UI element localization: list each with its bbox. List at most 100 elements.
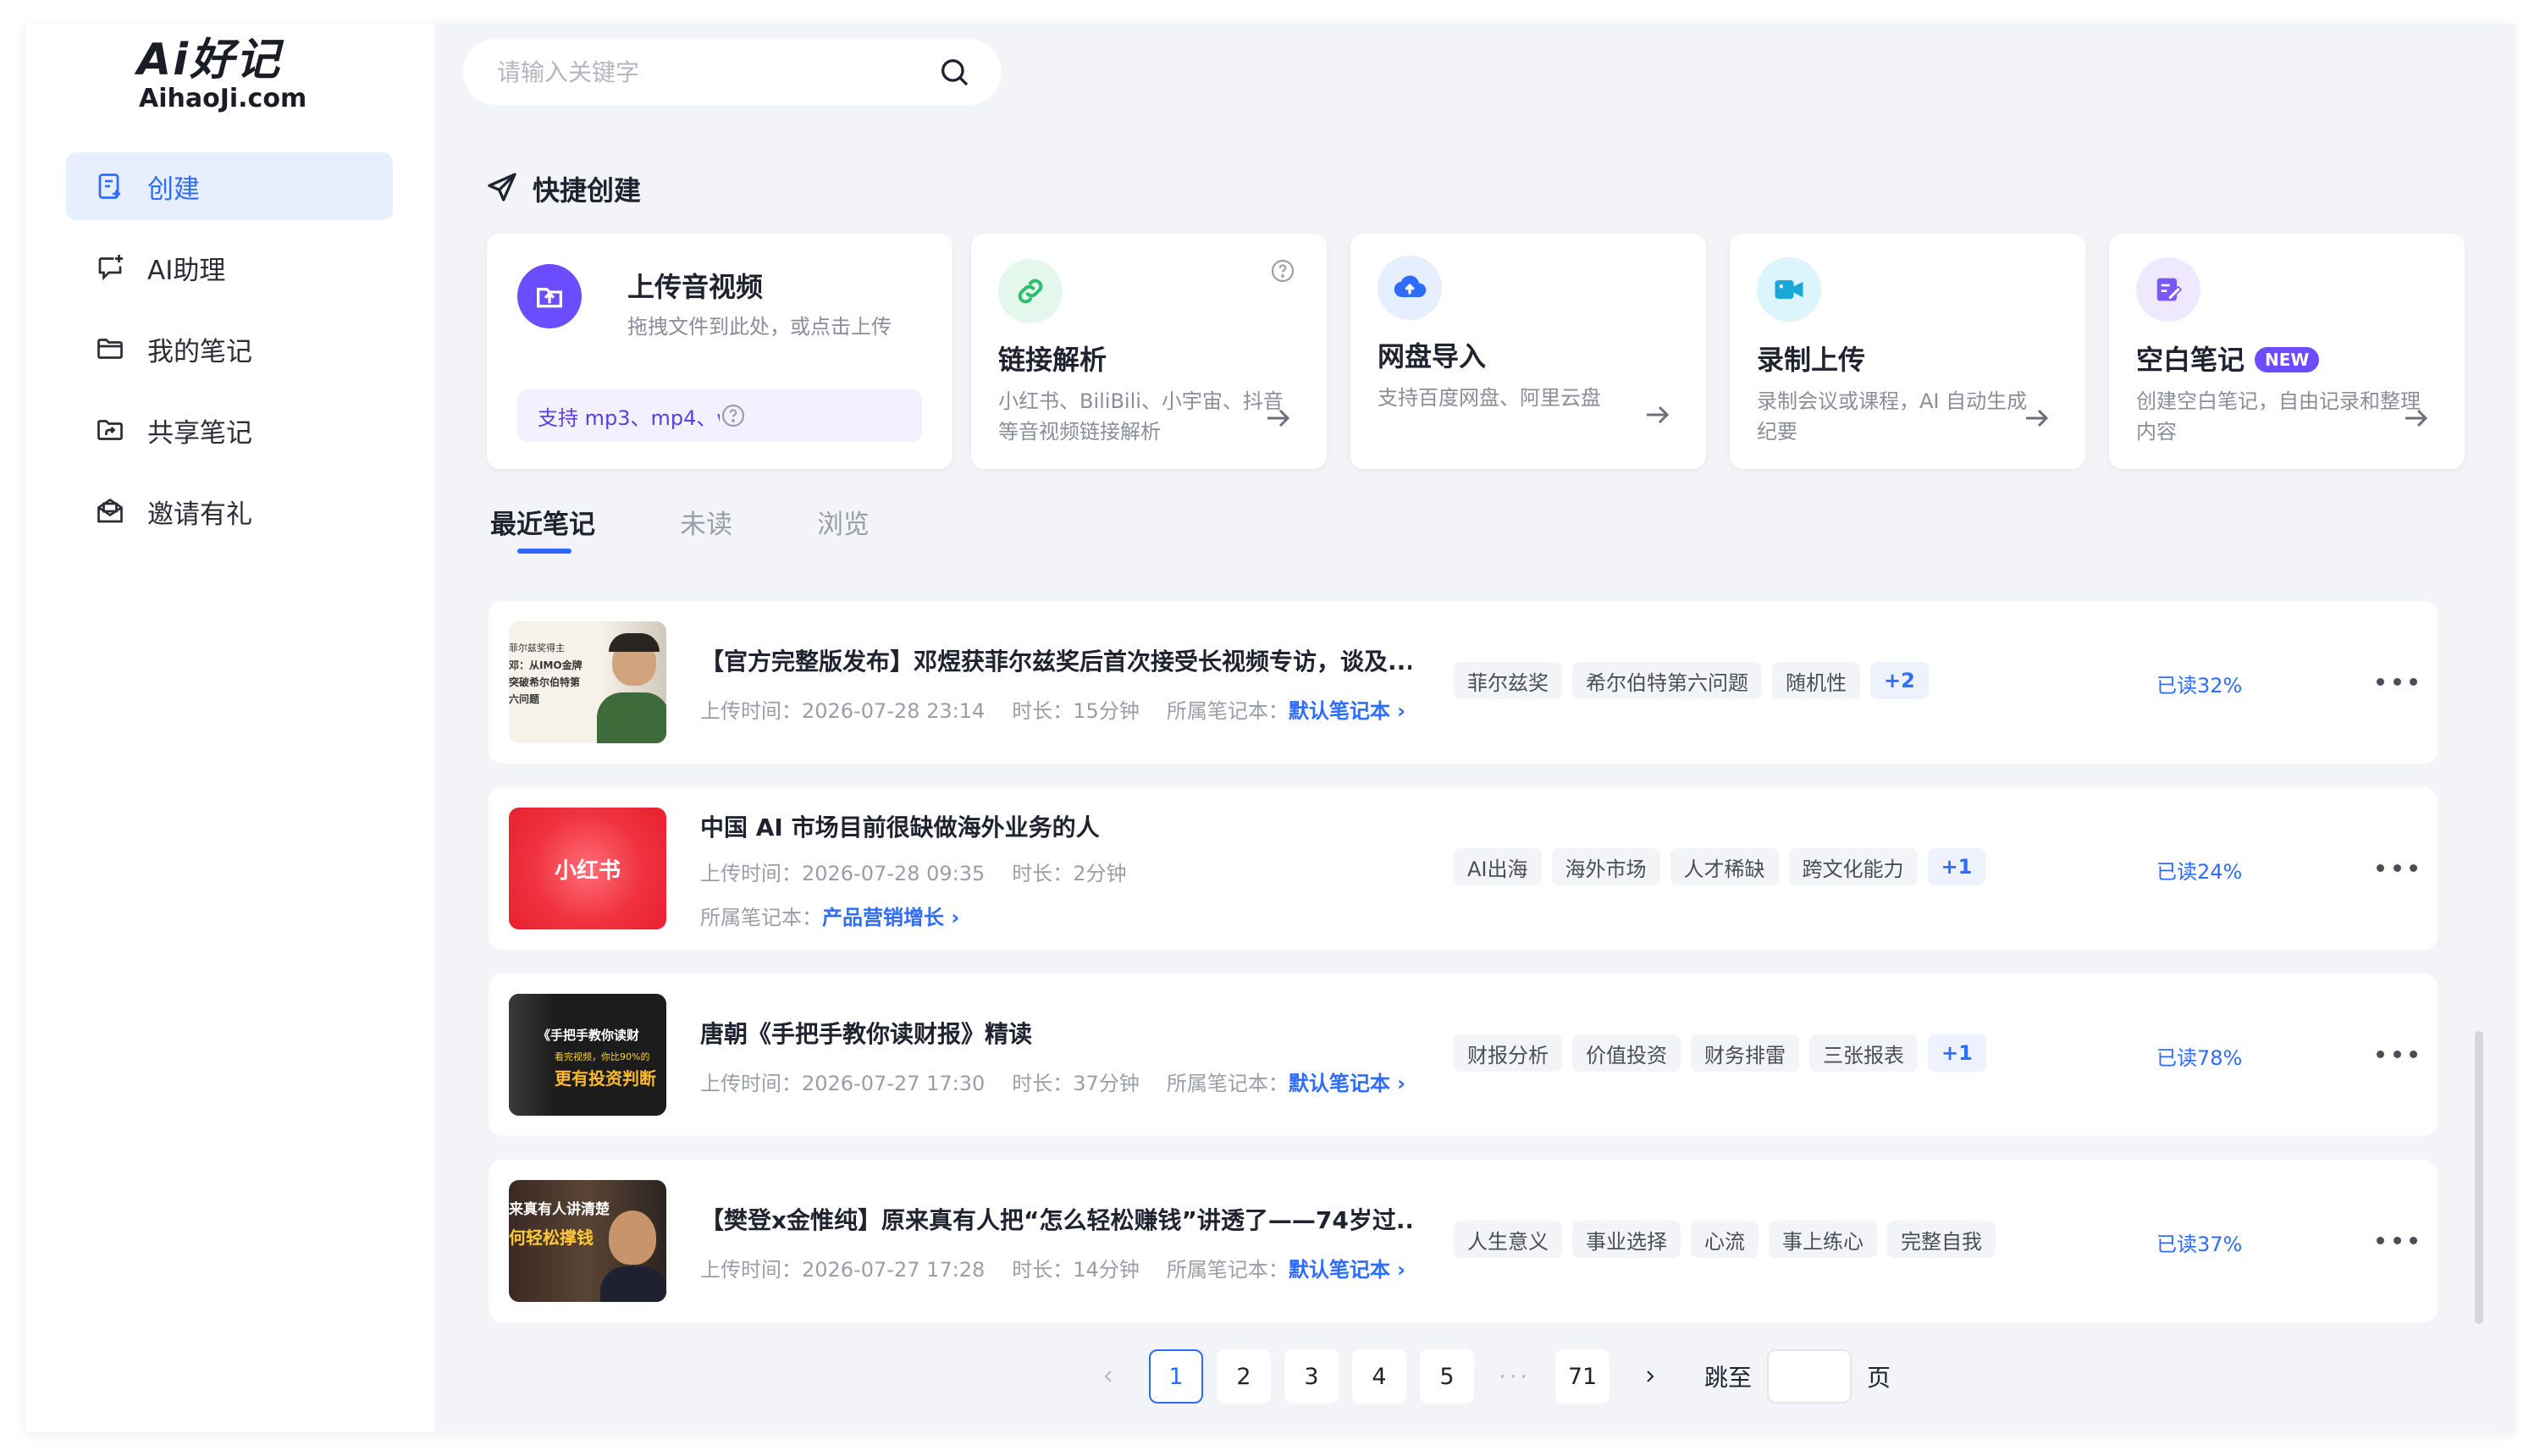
record-upload-card[interactable]: 录制上传 录制会议或课程，AI 自动生成纪要 [1730,234,2085,469]
tag[interactable]: 人生意义 [1454,1221,1562,1258]
chevron-right-icon: › [1389,699,1406,723]
more-tags[interactable]: +1 [1928,1034,1986,1072]
tag[interactable]: 财务排雷 [1691,1034,1799,1072]
tag[interactable]: 三张报表 [1809,1034,1918,1072]
logo-brand: Ai好记 [137,35,282,85]
blank-note-card[interactable]: 空白笔记 NEW 创建空白笔记，自由记录和整理内容 [2109,234,2465,469]
tag[interactable]: 希尔伯特第六问题 [1572,662,1762,699]
tag[interactable]: 随机性 [1772,662,1860,699]
sidebar-item-label: 我的笔记 [147,336,252,367]
page-button-4[interactable]: 4 [1352,1349,1406,1404]
table-row[interactable]: 《手把手教你读财 看完视频，你比90%的 更有投资判断 唐朝《手把手教你读财报》… [489,973,2438,1136]
help-icon[interactable] [720,402,902,429]
jump-label: 跳至 [1704,1364,1753,1392]
page-button-5[interactable]: 5 [1420,1349,1474,1404]
tag[interactable]: 心流 [1691,1221,1759,1258]
link-parse-card[interactable]: 链接解析 小红书、BiliBili、小宇宙、抖音等音视频链接解析 [971,234,1327,469]
record-upload-title: 录制上传 [1757,344,1866,376]
link-parse-title: 链接解析 [998,344,1107,376]
tag[interactable]: 事业选择 [1572,1221,1681,1258]
table-row[interactable]: 来真有人讲清楚 何轻松撑钱 【樊登x金惟纯】原来真有人把“怎么轻松赚钱”讲透了—… [489,1160,2438,1322]
sidebar-item-my-notes[interactable]: 我的笔记 [66,315,393,383]
sidebar: Ai好记 AihaoJi.com 创建 AI助理 我的笔记 共享笔记 邀请有礼 [25,24,434,1432]
tag[interactable]: 海外市场 [1551,848,1660,885]
upload-time: 2026-07-28 09:35 [802,862,986,885]
upload-title: 上传音视频 [627,271,764,303]
duration: 15分钟 [1073,699,1140,723]
notes-tabs: 最近笔记 未读 浏览 [490,503,954,554]
more-tags[interactable]: +1 [1927,848,1986,885]
help-icon[interactable] [1269,257,1296,288]
tag[interactable]: 跨文化能力 [1788,848,1918,885]
table-row[interactable]: 菲尔兹奖得主 邓：从IMO金牌 突破希尔伯特第 六问题 【官方完整版发布】邓煜获… [489,601,2438,764]
sidebar-item-label: 创建 [147,174,200,205]
note-thumbnail: 《手把手教你读财 看完视频，你比90%的 更有投资判断 [509,994,666,1116]
note-meta: 上传时间：2026-07-27 17:28 时长：14分钟 所属笔记本：默认笔记本 … [700,1258,1406,1282]
blank-note-title-row: 空白笔记 NEW [2136,339,2320,378]
sidebar-item-invite[interactable]: 邀请有礼 [66,477,393,545]
tab-browse[interactable]: 浏览 [817,503,870,541]
person-silhouette [509,994,556,1116]
page-button-3[interactable]: 3 [1284,1349,1339,1404]
sidebar-nav: 创建 AI助理 我的笔记 共享笔记 邀请有礼 [66,152,393,559]
tag[interactable]: AI出海 [1454,848,1542,885]
note-meta: 上传时间：2026-07-28 09:35 时长：2分钟 [700,862,1127,885]
search-input[interactable] [497,58,937,86]
quick-create-heading: 快捷创建 [485,169,641,208]
jump-page-input[interactable] [1767,1349,1853,1404]
more-options-icon[interactable] [2377,1227,2417,1253]
tag[interactable]: 完整自我 [1887,1221,1996,1258]
folder-icon [93,332,127,366]
more-options-icon[interactable] [2377,855,2417,880]
notebook-link[interactable]: 产品营销增长 [822,906,944,929]
duration: 37分钟 [1073,1072,1140,1095]
more-options-icon[interactable] [2377,1041,2417,1067]
note-tags: 人生意义 事业选择 心流 事上练心 完整自我 [1454,1221,2006,1258]
edit-note-icon [2136,257,2200,322]
thumbnail-text: 更有投资判断 [555,1068,656,1089]
tag[interactable]: 人才稀缺 [1670,848,1779,885]
tab-recent-notes[interactable]: 最近笔记 [490,503,595,554]
blank-note-title: 空白笔记 [2136,344,2245,376]
duration: 14分钟 [1073,1258,1140,1282]
prev-page-button[interactable] [1081,1349,1135,1404]
tag[interactable]: 财报分析 [1454,1034,1562,1072]
create-note-icon [93,169,127,203]
tag[interactable]: 价值投资 [1572,1034,1681,1072]
table-row[interactable]: 小红书 中国 AI 市场目前很缺做海外业务的人 上传时间：2026-07-28 … [489,787,2438,950]
logo[interactable]: Ai好记 AihaoJi.com [137,36,340,120]
upload-card[interactable]: 上传音视频 拖拽文件到此处，或点击上传 支持 mp3、mp4、webm、mov.… [487,234,952,469]
tag[interactable]: 菲尔兹奖 [1454,662,1562,699]
main-content: 快捷创建 上传音视频 拖拽文件到此处，或点击上传 支持 mp3、mp4、webm… [434,24,2515,1432]
more-options-icon[interactable] [2377,669,2417,694]
note-title[interactable]: 【官方完整版发布】邓煜获菲尔兹奖后首次接受长视频专访，谈及... [700,643,1411,677]
arrow-right-icon [1642,400,1672,430]
note-thumbnail: 来真有人讲清楚 何轻松撑钱 [509,1180,666,1302]
tag[interactable]: 事上练心 [1769,1221,1877,1258]
note-title[interactable]: 【樊登x金惟纯】原来真有人把“怎么轻松赚钱”讲透了——74岁过... [700,1202,1411,1236]
note-title[interactable]: 唐朝《手把手教你读财报》精读 [700,1016,1411,1050]
xiaohongshu-logo: 小红书 [554,858,621,884]
cloud-import-card[interactable]: 网盘导入 支持百度网盘、阿里云盘 [1350,234,1706,469]
notebook-link[interactable]: 默认笔记本 [1289,1072,1390,1095]
more-tags[interactable]: +2 [1870,662,1929,699]
read-progress: 已读78% [2156,1046,2243,1070]
page-button-last[interactable]: 71 [1555,1349,1610,1404]
note-notebook: 所属笔记本：产品营销增长 › [700,906,960,929]
scrollbar-thumb[interactable] [2475,1031,2483,1324]
sidebar-item-shared-notes[interactable]: 共享笔记 [66,396,393,464]
next-page-button[interactable] [1623,1349,1677,1404]
search-bar [463,39,1002,105]
sidebar-item-ai-assistant[interactable]: AI助理 [66,234,393,301]
app-window: Ai好记 AihaoJi.com 创建 AI助理 我的笔记 共享笔记 邀请有礼 … [25,24,2515,1432]
tab-unread[interactable]: 未读 [680,503,732,541]
search-icon[interactable] [937,55,971,89]
upload-time: 2026-07-28 23:14 [802,699,986,723]
page-button-1[interactable]: 1 [1149,1349,1203,1404]
page-button-2[interactable]: 2 [1217,1349,1271,1404]
notebook-link[interactable]: 默认笔记本 [1289,699,1390,723]
pagination-ellipsis[interactable]: ··· [1488,1349,1542,1404]
note-title[interactable]: 中国 AI 市场目前很缺做海外业务的人 [700,809,1411,843]
notebook-link[interactable]: 默认笔记本 [1289,1258,1390,1282]
sidebar-item-create[interactable]: 创建 [66,152,393,220]
